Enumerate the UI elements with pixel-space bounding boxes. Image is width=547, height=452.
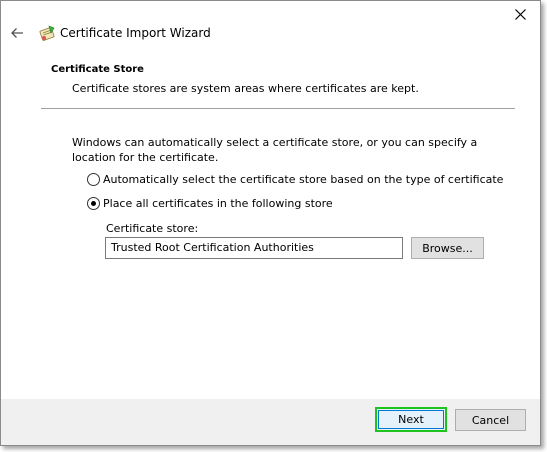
- close-button[interactable]: [509, 4, 531, 24]
- radio-button-automatic[interactable]: [87, 173, 100, 186]
- section-heading: Certificate Store: [51, 64, 144, 75]
- radio-option-place-all[interactable]: Place all certificates in the following …: [87, 197, 333, 210]
- header-divider: [41, 108, 515, 109]
- certificate-wizard-icon: [39, 25, 55, 41]
- wizard-title: Certificate Import Wizard: [60, 26, 211, 40]
- radio-button-place-all[interactable]: [87, 197, 100, 210]
- radio-label-automatic[interactable]: Automatically select the certificate sto…: [103, 173, 503, 186]
- next-button[interactable]: Next: [375, 407, 447, 432]
- intro-text: Windows can automatically select a certi…: [72, 136, 478, 164]
- browse-button[interactable]: Browse...: [411, 237, 484, 259]
- next-button-label: Next: [398, 413, 424, 426]
- radio-option-automatic[interactable]: Automatically select the certificate sto…: [87, 173, 503, 186]
- certificate-store-field[interactable]: Trusted Root Certification Authorities: [105, 237, 403, 259]
- close-icon: [514, 8, 526, 20]
- certificate-store-label: Certificate store:: [106, 222, 199, 235]
- cancel-button[interactable]: Cancel: [455, 409, 526, 431]
- certificate-import-wizard-window: Certificate Import Wizard Certificate St…: [0, 0, 541, 446]
- radio-label-place-all[interactable]: Place all certificates in the following …: [103, 197, 333, 210]
- section-description: Certificate stores are system areas wher…: [72, 82, 419, 95]
- back-button[interactable]: [7, 23, 27, 43]
- back-arrow-icon: [11, 28, 23, 38]
